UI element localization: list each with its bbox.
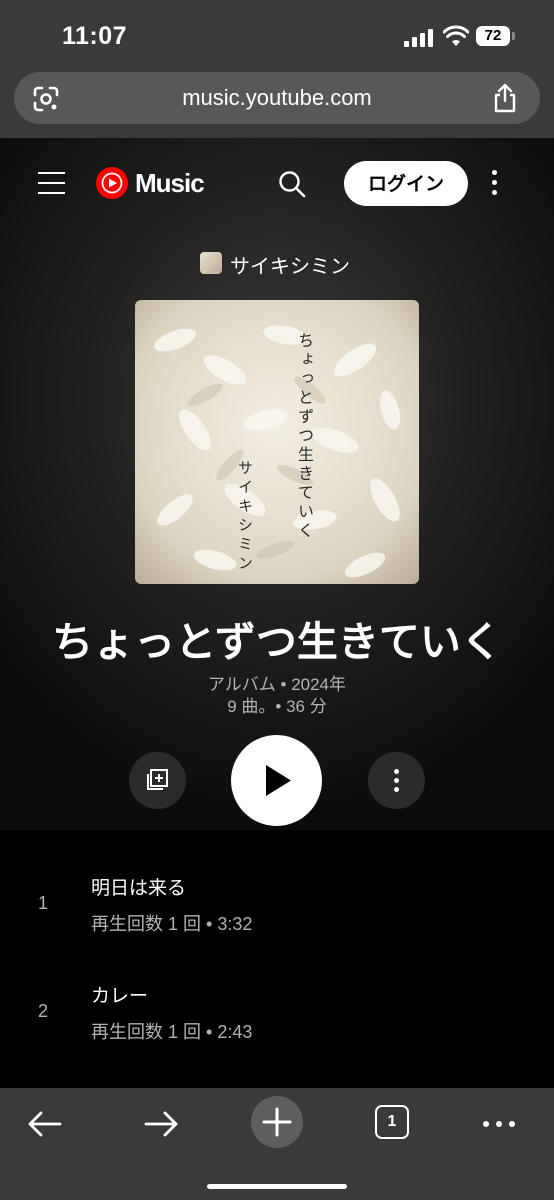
track-title[interactable]: カレー [91,981,148,1008]
share-icon[interactable] [492,83,518,113]
home-indicator [207,1184,347,1189]
album-cover: ちょっとずつ生きていく サイキシミン [135,300,419,584]
battery-tip [512,32,515,40]
browser-top-chrome: 11:07 72 music.youtube.com [0,0,554,138]
battery-indicator: 72 [476,26,510,46]
cover-title-text: ちょっとずつ生きていく [295,332,314,541]
more-menu-icon[interactable] [480,1106,518,1142]
track-plays-duration: 再生回数 1 回 • 3:32 [91,914,253,934]
browser-toolbar: 1 [0,1088,554,1200]
cellular-signal-icon [404,28,434,47]
play-button[interactable] [231,735,322,826]
album-more-options-button[interactable] [368,752,425,809]
artist-avatar [200,252,222,274]
status-time: 11:07 [62,22,128,50]
save-to-library-button[interactable] [129,752,186,809]
url-text[interactable]: music.youtube.com [14,85,540,111]
album-title: ちょっとずつ生きていく [52,619,502,665]
track-plays-duration: 再生回数 1 回 • 2:43 [91,1022,253,1042]
tab-switcher-button[interactable]: 1 [375,1105,409,1139]
track-number: 1 [38,893,49,913]
address-bar[interactable]: music.youtube.com [14,72,540,124]
play-icon [266,765,291,796]
album-track-count-duration: 9 曲。• 36 分 [227,697,327,716]
login-button[interactable]: ログイン [344,161,468,206]
youtube-music-logo-icon[interactable] [96,167,128,199]
forward-arrow-icon[interactable] [142,1106,180,1142]
track-row[interactable]: 2 カレー 再生回数 1 回 • 2:43 [0,968,554,1068]
more-options-icon[interactable] [490,170,500,196]
cover-artist-text: サイキシミン [236,460,254,574]
rice-texture-image [135,300,419,584]
new-tab-button[interactable] [251,1096,303,1148]
track-title[interactable]: 明日は来る [91,873,186,900]
track-number: 2 [38,1001,49,1021]
artist-name[interactable]: サイキシミン [230,250,350,279]
library-add-icon [147,769,168,790]
back-arrow-icon[interactable] [26,1106,64,1142]
brand-wordmark[interactable]: Music [135,168,205,199]
plus-icon [262,1107,292,1137]
search-icon[interactable] [278,170,306,198]
track-row[interactable]: 1 明日は来る 再生回数 1 回 • 3:32 [0,860,554,960]
status-bar: 11:07 72 [0,0,554,72]
hamburger-menu-icon[interactable] [38,172,65,194]
wifi-icon [443,25,469,46]
